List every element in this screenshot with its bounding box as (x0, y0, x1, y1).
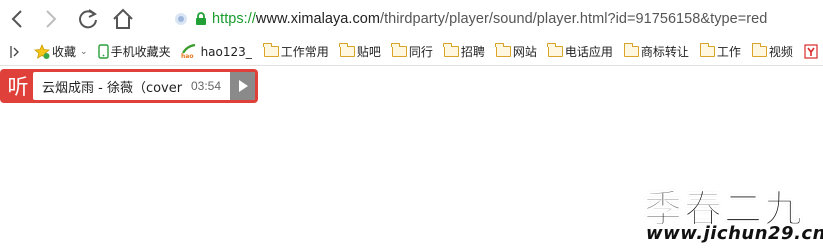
site-info-icon[interactable] (174, 12, 188, 26)
reload-button[interactable] (75, 6, 101, 32)
bookmark-label: 视频 (768, 45, 793, 59)
home-icon (113, 8, 133, 29)
home-button[interactable] (110, 6, 136, 32)
folder-icon (751, 43, 767, 57)
hao123-icon: hao (181, 44, 195, 59)
audio-player: 听 云烟成雨 - 徐薇（cover 03:54 (0, 69, 258, 103)
folder-icon (623, 43, 639, 57)
folder-icon (263, 43, 279, 57)
folder-icon (495, 43, 511, 57)
url-scheme: https:// (212, 11, 256, 27)
browser-toolbar: https://www.ximalaya.com/thirdparty/play… (0, 0, 823, 38)
forward-arrow-icon (46, 10, 57, 28)
play-icon (239, 80, 248, 92)
bookmark-hao123[interactable]: hao hao123_ (181, 38, 252, 65)
bookmark-label: 手机收藏夹 (110, 45, 171, 59)
folder-icon (547, 43, 563, 57)
play-button[interactable] (230, 72, 255, 100)
track-duration: 03:54 (191, 79, 222, 93)
bookmark-folder-tieba[interactable]: 贴吧 (339, 38, 381, 65)
site-favicon-icon (804, 44, 818, 59)
watermark-url: www.jichun29.cn (646, 223, 823, 244)
bookmark-folder-peers[interactable]: 同行 (391, 38, 433, 65)
folder-icon (339, 43, 355, 57)
bookmark-folder-work[interactable]: 工作 (699, 38, 741, 65)
address-bar[interactable]: https://www.ximalaya.com/thirdparty/play… (168, 6, 823, 32)
back-button[interactable] (4, 6, 30, 32)
sidebar-toggle-button[interactable] (6, 38, 24, 65)
chevron-down-icon[interactable]: ⌄ (80, 47, 88, 57)
bookmark-folder-phone-apps[interactable]: 电话应用 (547, 38, 613, 65)
bookmark-folder-recruitment[interactable]: 招聘 (443, 38, 485, 65)
bookmark-favorites[interactable]: 收藏 ⌄ (34, 38, 88, 65)
bookmark-label: 贴吧 (356, 45, 381, 59)
bookmark-label: 工作常用 (280, 45, 329, 59)
bookmark-label: 收藏 (52, 45, 77, 59)
bookmark-label: 商标转让 (640, 45, 689, 59)
bookmark-folder-video[interactable]: 视频 (751, 38, 793, 65)
reload-icon (79, 9, 97, 29)
folder-icon (391, 43, 407, 57)
bookmark-label: 网站 (512, 45, 537, 59)
bookmark-label: 招聘 (460, 45, 485, 59)
secure-lock-icon[interactable] (194, 12, 208, 26)
bookmark-label: 同行 (408, 45, 433, 59)
bookmarks-bar: 收藏 ⌄ 手机收藏夹 hao hao123_ 工作常用 贴吧 同行 招聘 网站 … (0, 38, 823, 66)
bookmark-overflow-site[interactable] (804, 38, 820, 65)
bookmark-folder-trademark[interactable]: 商标转让 (623, 38, 689, 65)
url-text[interactable]: https://www.ximalaya.com/thirdparty/play… (212, 11, 767, 27)
bookmark-folder-websites[interactable]: 网站 (495, 38, 537, 65)
url-path: /thirdparty/player/sound/player.html?id=… (380, 11, 768, 27)
bookmark-mobile-favorites[interactable]: 手机收藏夹 (97, 38, 171, 65)
url-host: www.ximalaya.com (255, 11, 380, 27)
star-icon (34, 44, 50, 59)
bookmark-label: 工作 (716, 45, 741, 59)
bookmark-label: hao123_ (200, 44, 252, 59)
folder-icon (699, 43, 715, 57)
bookmark-label: 电话应用 (564, 45, 613, 59)
player-logo: 听 (7, 75, 29, 99)
player-body: 云烟成雨 - 徐薇（cover 03:54 (33, 72, 255, 100)
bookmark-folder-work-common[interactable]: 工作常用 (263, 38, 329, 65)
track-title[interactable]: 云烟成雨 - 徐薇（cover (42, 77, 187, 96)
svg-text:hao: hao (181, 53, 193, 59)
back-arrow-icon (11, 10, 22, 28)
sidebar-toggle-icon (10, 45, 19, 58)
folder-icon (443, 43, 459, 57)
mobile-icon (97, 44, 109, 59)
forward-button[interactable] (38, 6, 64, 32)
